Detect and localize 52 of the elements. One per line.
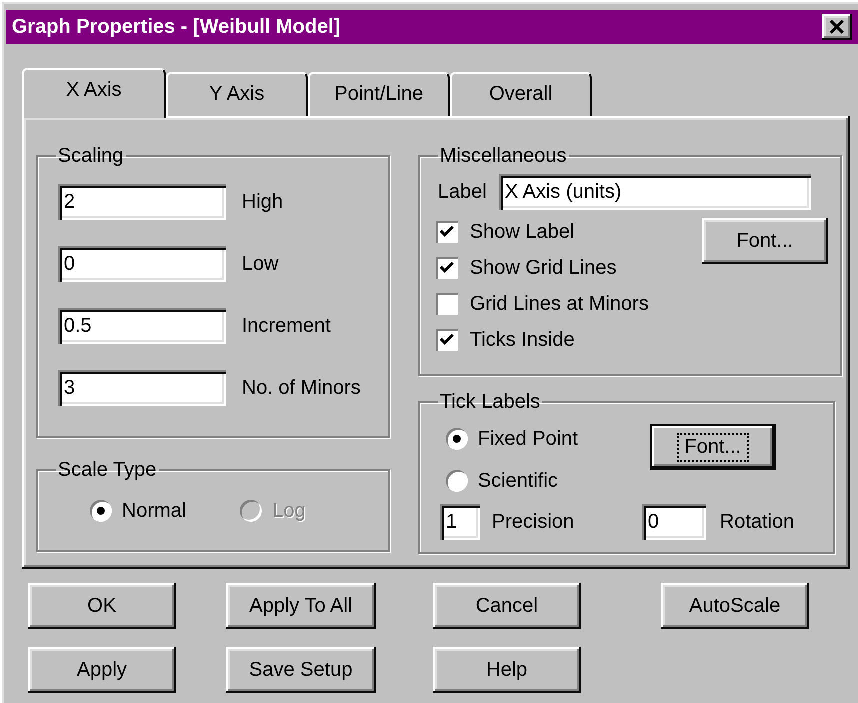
push-button[interactable]: Font... [650,424,776,470]
input-field[interactable]: 2 [58,184,226,220]
checkbox-label: Show Grid Lines [470,256,617,281]
field-label: No. of Minors [242,376,361,401]
checkbox[interactable] [436,293,458,315]
field-label: Rotation [720,510,794,535]
field-label: Label [438,180,487,205]
checkbox-label: Ticks Inside [470,328,575,353]
check-icon [440,334,454,346]
input-field[interactable]: X Axis (units) [498,174,811,210]
checkbox[interactable] [436,221,458,243]
push-button[interactable]: Apply [28,647,176,693]
input-field[interactable]: 3 [58,370,226,406]
group-title: Scaling [57,146,125,166]
check-icon [440,226,454,238]
checkbox-label: Grid Lines at Minors [470,292,649,317]
radio-label: Normal [122,499,186,524]
field-label: High [242,190,284,215]
field-label: Increment [242,314,331,339]
check-icon [440,262,454,274]
input-field[interactable]: 1 [440,504,480,540]
window-title: Graph Properties - [Weibull Model] [12,15,341,40]
group-title: Tick Labels [439,392,542,412]
radio-button[interactable] [446,428,468,450]
push-button[interactable]: OK [28,583,176,629]
push-button[interactable]: Cancel [433,583,581,629]
radio-label: Scientific [478,469,558,494]
tab[interactable]: Point/Line [308,72,450,116]
checkbox[interactable] [436,329,458,351]
push-button[interactable]: AutoScale [661,583,809,629]
tab[interactable]: Overall [450,72,592,116]
close-button[interactable] [822,14,852,40]
push-button[interactable]: Help [433,647,581,693]
tab[interactable]: Y Axis [166,72,308,116]
field-label: Low [242,252,279,277]
checkbox-label: Show Label [470,220,575,245]
input-field[interactable]: 0 [642,504,706,540]
push-button[interactable]: Font... [702,218,828,264]
push-button[interactable]: Save Setup [226,647,376,693]
group-title: Scale Type [57,460,158,480]
radio-label: Fixed Point [478,427,578,452]
radio-button[interactable] [90,500,112,522]
radio-label: Log [272,499,306,524]
push-button[interactable]: Apply To All [226,583,376,629]
radio-button[interactable] [446,470,468,492]
input-field[interactable]: 0 [58,246,226,282]
checkbox[interactable] [436,257,458,279]
group-title: Miscellaneous [439,146,568,166]
field-label: Precision [492,510,576,535]
close-icon [830,20,844,34]
input-field[interactable]: 0.5 [58,308,226,344]
tab[interactable]: X Axis [22,68,166,118]
